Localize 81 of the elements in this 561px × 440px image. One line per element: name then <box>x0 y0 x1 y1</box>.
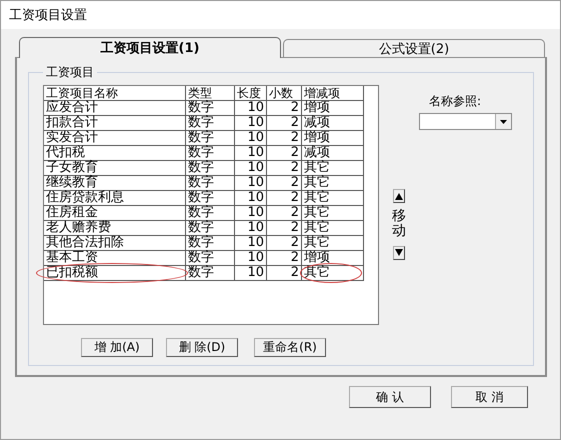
dialog-button[interactable]: 确 认 <box>349 386 431 408</box>
table-cell: 2 <box>266 250 302 266</box>
name-reference-dropdown[interactable] <box>419 113 512 130</box>
table-cell: 继续教育 <box>44 176 186 190</box>
tab[interactable]: 工资项目设置(1) <box>19 37 281 58</box>
table-cell: 其它 <box>302 176 364 190</box>
move-down-button[interactable] <box>393 246 405 260</box>
table-cell: 实发合计 <box>44 130 186 146</box>
dialog-button[interactable]: 取 消 <box>451 386 528 408</box>
table-cell: 数字 <box>186 236 234 250</box>
table-cell: 2 <box>266 220 302 236</box>
table-cell: 2 <box>266 190 302 206</box>
up-triangle-icon <box>395 192 403 200</box>
table-cell: 数字 <box>186 266 234 280</box>
table-cell: 10 <box>234 116 266 130</box>
table-cell: 扣款合计 <box>44 116 186 130</box>
table-cell: 数字 <box>186 176 234 190</box>
group-title: 工资项目 <box>45 64 95 81</box>
table-cell: 减项 <box>302 146 364 160</box>
table-cell: 2 <box>266 266 302 280</box>
table-cell: 住房租金 <box>44 206 186 220</box>
table-cell: 住房贷款利息 <box>44 190 186 206</box>
name-reference-label: 名称参照: <box>428 93 482 110</box>
table-cell: 10 <box>234 146 266 160</box>
table-cell: 10 <box>234 190 266 206</box>
column-header: 小数 <box>266 86 302 100</box>
table-cell: 2 <box>266 130 302 146</box>
move-label: 移动 <box>392 209 406 240</box>
table-cell: 增项 <box>302 250 364 266</box>
table-cell: 数字 <box>186 116 234 130</box>
table-cell: 10 <box>234 160 266 176</box>
table-cell: 2 <box>266 146 302 160</box>
dropdown-caret-icon <box>500 120 507 124</box>
window-title: 工资项目设置 <box>9 7 87 24</box>
table-cell: 10 <box>234 236 266 250</box>
table-action-button[interactable]: 重命名(R) <box>254 338 326 357</box>
table-cell: 老人赡养费 <box>44 220 186 236</box>
table-cell: 其它 <box>302 160 364 176</box>
table-cell: 数字 <box>186 130 234 146</box>
table-cell: 减项 <box>302 116 364 130</box>
table-cell: 数字 <box>186 146 234 160</box>
column-header: 增减项 <box>302 86 364 100</box>
table-cell: 其它 <box>302 220 364 236</box>
table-cell: 子女教育 <box>44 160 186 176</box>
table-cell: 10 <box>234 250 266 266</box>
down-triangle-icon <box>395 249 403 256</box>
table-cell: 数字 <box>186 220 234 236</box>
table-cell: 10 <box>234 176 266 190</box>
table-cell: 数字 <box>186 160 234 176</box>
move-up-button[interactable] <box>393 189 405 203</box>
column-header: 类型 <box>186 86 234 100</box>
table-cell: 2 <box>266 116 302 130</box>
table-action-button[interactable]: 删 除(D) <box>166 338 238 357</box>
table-cell: 增项 <box>302 130 364 146</box>
table-cell: 10 <box>234 220 266 236</box>
table-cell: 其它 <box>302 266 364 280</box>
table-cell: 其它 <box>302 190 364 206</box>
column-header: 工资项目名称 <box>44 86 186 100</box>
table-cell: 其它 <box>302 206 364 220</box>
table-cell: 数字 <box>186 190 234 206</box>
column-header: 长度 <box>234 86 266 100</box>
table-cell: 增项 <box>302 100 364 116</box>
table-cell: 代扣税 <box>44 146 186 160</box>
table-cell: 10 <box>234 266 266 280</box>
table-cell: 2 <box>266 160 302 176</box>
table-cell: 其它 <box>302 236 364 250</box>
table-cell: 10 <box>234 206 266 220</box>
table-cell: 2 <box>266 100 302 116</box>
table-cell: 2 <box>266 176 302 190</box>
table-action-button[interactable]: 增 加(A) <box>81 338 153 357</box>
table-cell: 数字 <box>186 100 234 116</box>
tab[interactable]: 公式设置(2) <box>283 39 545 57</box>
table-cell: 2 <box>266 206 302 220</box>
table-cell: 其他合法扣除 <box>44 236 186 250</box>
table-cell: 数字 <box>186 250 234 266</box>
table-cell: 10 <box>234 130 266 146</box>
table-cell: 2 <box>266 236 302 250</box>
table-cell: 基本工资 <box>44 250 186 266</box>
table-cell: 数字 <box>186 206 234 220</box>
table-cell: 10 <box>234 100 266 116</box>
table-cell: 应发合计 <box>44 100 186 116</box>
